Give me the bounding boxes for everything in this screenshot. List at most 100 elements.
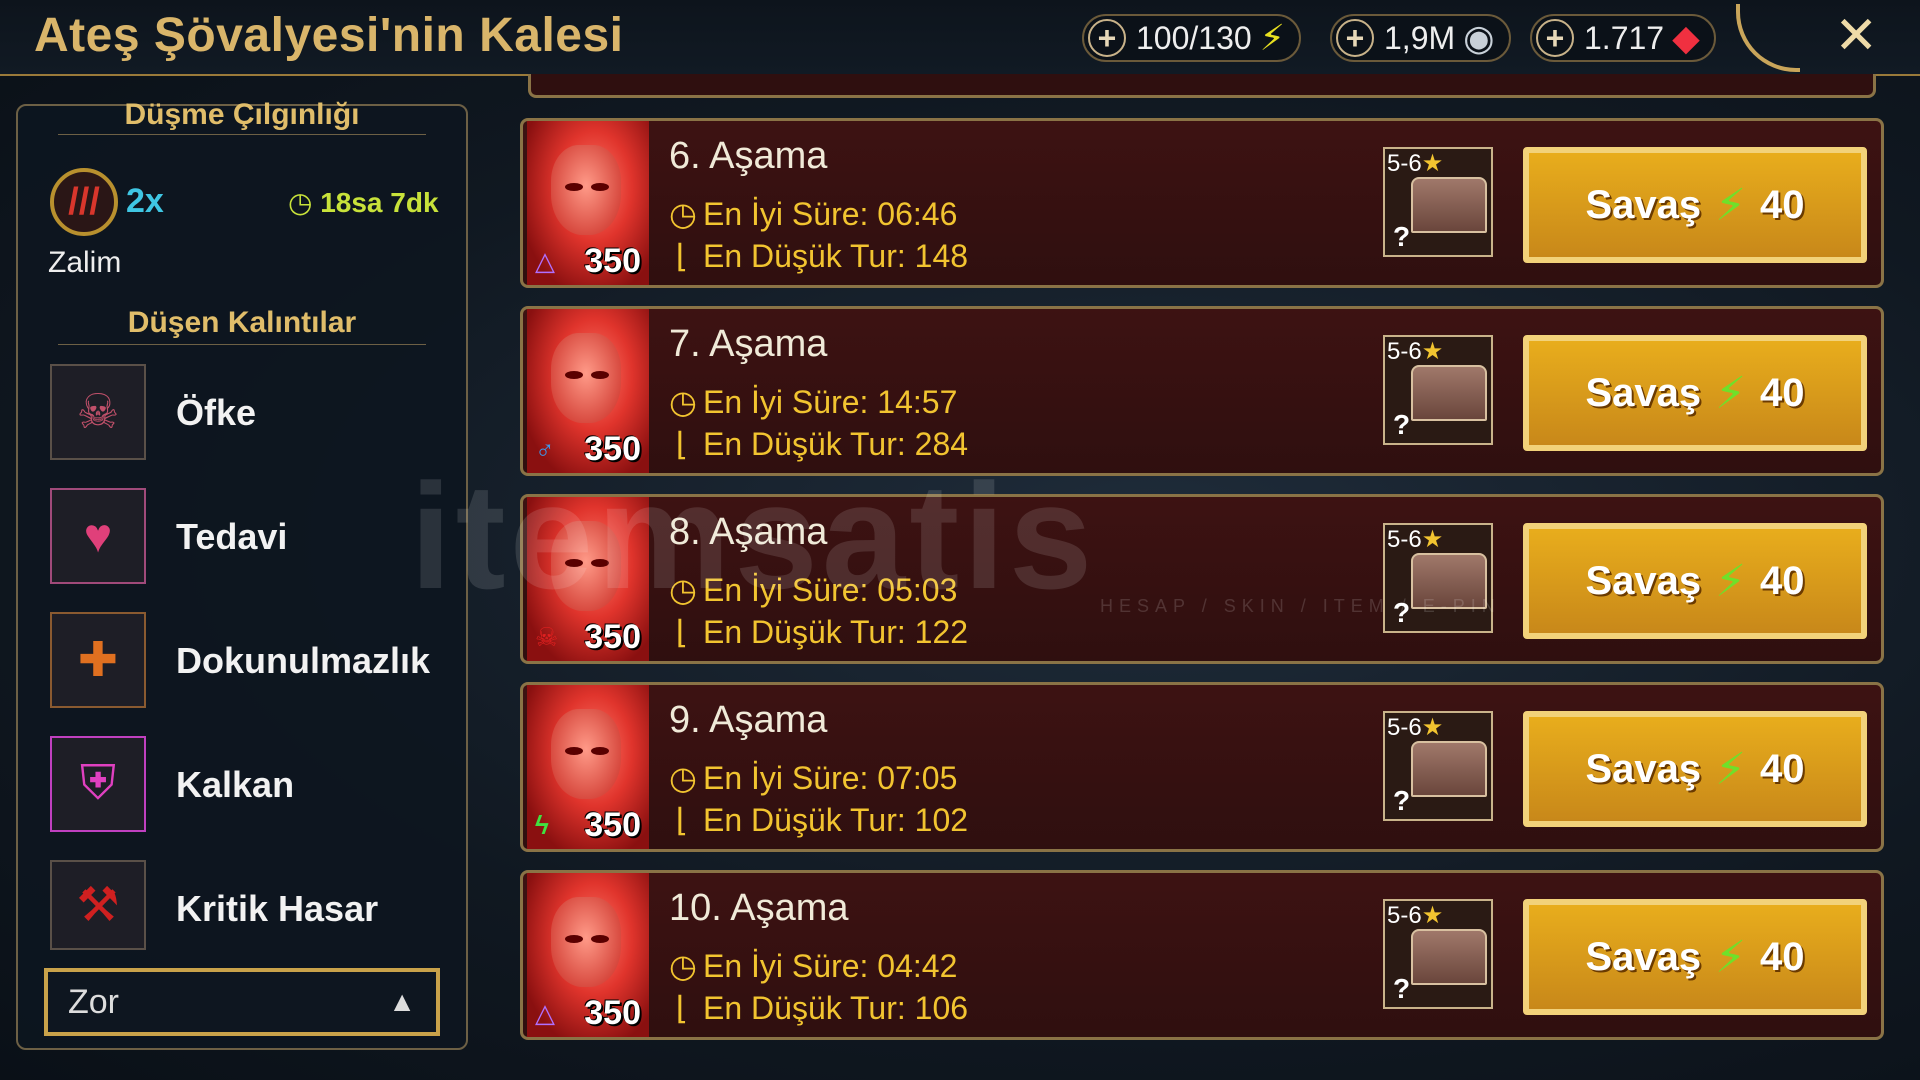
boss-eye	[591, 183, 609, 191]
top-bar: Ateş Şövalyesi'nin Kalesi + 100/130 ⚡ + …	[0, 0, 1920, 76]
reward-chest[interactable]: 5-6★ ?	[1383, 147, 1493, 257]
rank-text: 5-6	[1387, 714, 1422, 741]
battle-button[interactable]: Savaş ⚡ 40	[1523, 711, 1867, 827]
reward-rank: 5-6★	[1387, 149, 1443, 178]
chest-icon	[1411, 741, 1487, 797]
boss-portrait: △ 350	[527, 121, 649, 285]
battle-button[interactable]: Savaş ⚡ 40	[1523, 335, 1867, 451]
best-time: ◷ En İyi Süre: 04:42	[669, 947, 957, 985]
star-icon: ★	[1421, 338, 1444, 365]
min-turns: ⌊ En Düşük Tur: 102	[669, 801, 968, 839]
relics-title: Düşen Kalıntılar	[127, 306, 357, 339]
best-time-text: En İyi Süre: 07:05	[703, 760, 958, 796]
energy-bolt-icon: ⚡	[1715, 932, 1747, 982]
battle-cost: 40	[1760, 934, 1805, 979]
add-silver-button[interactable]: +	[1336, 19, 1374, 57]
star-icon: ★	[1421, 714, 1444, 741]
battle-cost: 40	[1760, 370, 1805, 415]
energy-value: 100/130	[1136, 19, 1252, 56]
shield-cross-icon[interactable]: ✚	[50, 612, 146, 708]
reward-chest[interactable]: 5-6★ ?	[1383, 899, 1493, 1009]
divider	[58, 344, 426, 345]
reward-rank: 5-6★	[1387, 713, 1443, 742]
skull-flame-icon[interactable]: ☠	[50, 364, 146, 460]
stage-name: 6. Aşama	[669, 135, 828, 177]
battle-label: Savaş	[1585, 934, 1702, 979]
left-panel: Düşme Çılgınlığı /// 2x ◷ 18sa 7dk Zalim…	[16, 98, 468, 1050]
difficulty-value: Zor	[68, 982, 119, 1021]
ornament-curl	[1736, 4, 1800, 72]
affinity-icon: △	[535, 998, 555, 1028]
relic-label: Kalkan	[176, 764, 295, 805]
boss-eye	[565, 747, 583, 755]
reward-rank: 5-6★	[1387, 525, 1443, 554]
heart-plus-icon[interactable]: ♥	[50, 488, 146, 584]
min-turns-text: En Düşük Tur: 102	[703, 802, 969, 838]
rank-text: 5-6	[1387, 902, 1422, 929]
best-time-text: En İyi Süre: 04:42	[703, 948, 958, 984]
stage-row-partial	[528, 74, 1876, 98]
boss-face	[551, 709, 621, 799]
divider	[58, 134, 426, 135]
silver-resource[interactable]: + 1,9M ◉	[1330, 14, 1511, 62]
battle-button[interactable]: Savaş ⚡ 40	[1523, 899, 1867, 1015]
rank-text: 5-6	[1387, 526, 1422, 553]
boss-face	[551, 897, 621, 987]
relic-label: Tedavi	[176, 516, 288, 557]
best-time: ◷ En İyi Süre: 06:46	[669, 195, 957, 233]
rank-text: 5-6	[1387, 150, 1422, 177]
relic-label: Kritik Hasar	[176, 888, 379, 929]
shield-icon[interactable]: ⛨	[50, 736, 146, 832]
ruby-gem-icon: ◆	[1672, 17, 1700, 58]
chest-icon	[1411, 177, 1487, 233]
gems-value: 1.717	[1584, 19, 1665, 56]
boss-face	[551, 333, 621, 423]
boss-portrait: ϟ 350	[527, 685, 649, 849]
energy-bolt-icon: ⚡	[1715, 556, 1747, 606]
add-energy-button[interactable]: +	[1088, 19, 1126, 57]
reward-chest[interactable]: 5-6★ ?	[1383, 335, 1493, 445]
star-icon: ★	[1421, 902, 1444, 929]
star-icon: ★	[1421, 150, 1444, 177]
relic-label: Öfke	[176, 392, 257, 433]
stage-row[interactable]: △ 350 10. Aşama ◷ En İyi Süre: 04:42 ⌊ En …	[520, 870, 1884, 1040]
min-turns-text: En Düşük Tur: 106	[703, 990, 969, 1026]
boot-icon: ⌊	[675, 802, 689, 838]
battle-button[interactable]: Savaş ⚡ 40	[1523, 147, 1867, 263]
clock-icon: ◷	[669, 196, 697, 232]
gems-resource[interactable]: + 1.717 ◆	[1530, 14, 1716, 62]
stage-row[interactable]: △ 350 6. Aşama ◷ En İyi Süre: 06:46 ⌊ En D…	[520, 118, 1884, 288]
axe-icon[interactable]: ⚒	[50, 860, 146, 950]
difficulty-select[interactable]: Zor ▲	[44, 968, 440, 1036]
question-icon: ?	[1393, 973, 1411, 1004]
min-turns-text: En Düşük Tur: 148	[703, 238, 969, 274]
rank-text: 5-6	[1387, 338, 1422, 365]
question-icon: ?	[1393, 409, 1411, 440]
boss-level: 350	[584, 618, 641, 656]
stage-row[interactable]: ϟ 350 9. Aşama ◷ En İyi Süre: 07:05 ⌊ En D…	[520, 682, 1884, 852]
close-icon[interactable]: ✕	[1834, 6, 1878, 66]
stage-name: 10. Aşama	[669, 887, 849, 929]
battle-label: Savaş	[1585, 182, 1702, 227]
boss-portrait: △ 350	[527, 873, 649, 1037]
best-time: ◷ En İyi Süre: 07:05	[669, 759, 957, 797]
boss-eye	[591, 371, 609, 379]
drop-multiplier: 2x	[126, 182, 164, 220]
boss-face	[551, 145, 621, 235]
battle-label: Savaş	[1585, 746, 1702, 791]
watermark-sub: HESAP / SKIN / ITEM / E-PIN	[1100, 596, 1501, 616]
energy-bolt-icon: ⚡	[1715, 744, 1747, 794]
timer-value: 18sa 7dk	[320, 187, 439, 218]
modifier-name: Zalim	[48, 246, 122, 279]
add-gems-button[interactable]: +	[1536, 19, 1574, 57]
battle-button[interactable]: Savaş ⚡ 40	[1523, 523, 1867, 639]
boss-portrait: ♂ 350	[527, 309, 649, 473]
energy-resource[interactable]: + 100/130 ⚡	[1082, 14, 1301, 62]
energy-bolt-icon: ⚡	[1715, 180, 1747, 230]
silver-value: 1,9M	[1384, 19, 1456, 56]
boss-level: 350	[584, 242, 641, 280]
claw-marks-icon[interactable]: ///	[50, 168, 118, 236]
reward-chest[interactable]: 5-6★ ?	[1383, 711, 1493, 821]
energy-bolt-icon: ⚡	[1259, 17, 1285, 58]
battle-label: Savaş	[1585, 370, 1702, 415]
